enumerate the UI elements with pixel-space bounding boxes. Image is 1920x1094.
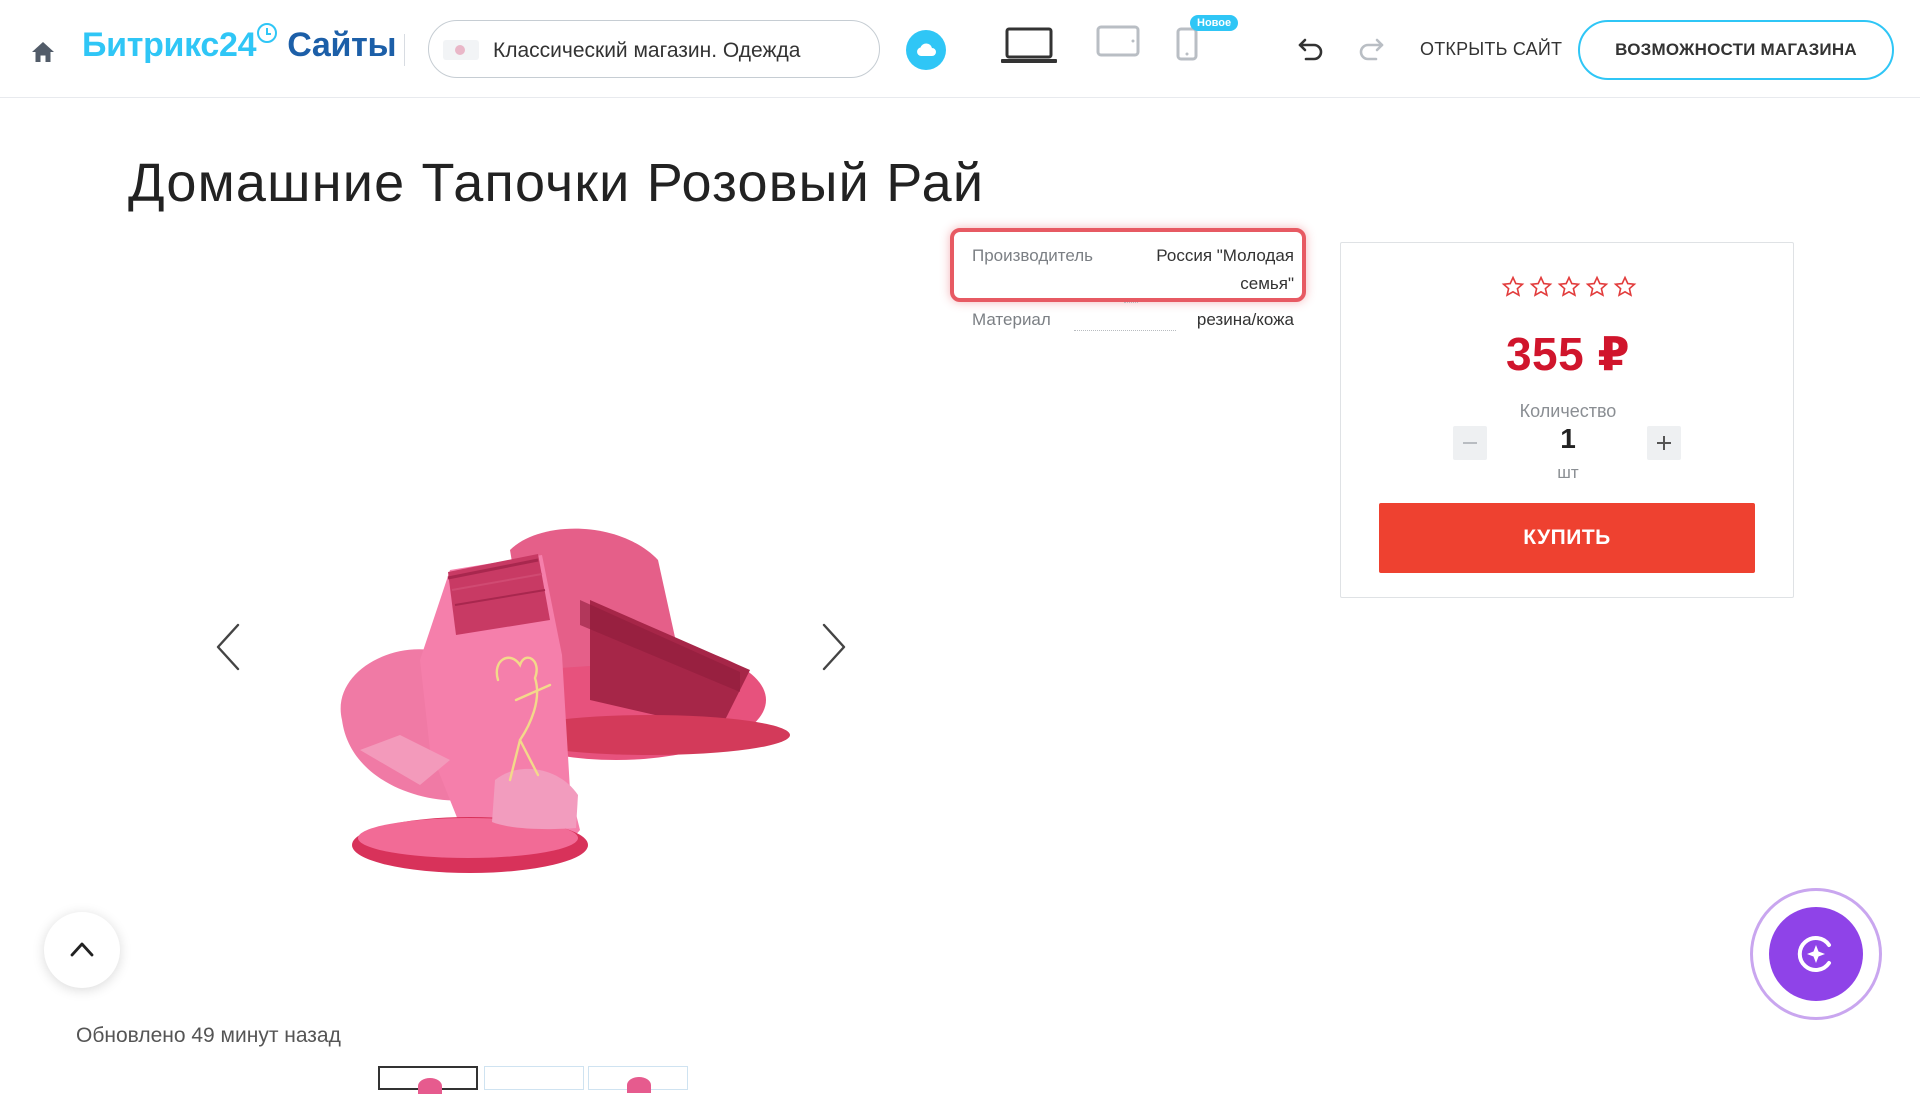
brand-suffix: Сайты xyxy=(287,26,397,64)
property-value-line2: семья" xyxy=(1240,274,1294,293)
mobile-icon xyxy=(1176,27,1198,61)
quantity-decrease-button[interactable] xyxy=(1453,426,1487,460)
site-selector[interactable]: Классический магазин. Одежда xyxy=(428,20,880,78)
quantity-unit: шт xyxy=(1557,463,1579,482)
star-icon[interactable] xyxy=(1529,275,1553,299)
chevron-up-icon xyxy=(70,942,94,957)
undo-icon xyxy=(1298,38,1323,61)
redo-button[interactable] xyxy=(1356,34,1386,69)
cloud-save-button[interactable] xyxy=(906,30,946,70)
ai-assistant-icon xyxy=(1797,936,1831,972)
property-row: Материал резина/кожа xyxy=(972,310,1294,336)
brand-name: Битрикс24 xyxy=(82,26,257,64)
thumbnail[interactable] xyxy=(484,1066,584,1090)
gallery-next-button[interactable] xyxy=(818,622,848,677)
product-price: 355 ₽ xyxy=(1505,328,1631,380)
thumbnail-image xyxy=(627,1077,651,1093)
property-dots xyxy=(1124,302,1138,303)
divider xyxy=(404,34,405,66)
thumbnail[interactable] xyxy=(378,1066,478,1094)
ai-assistant-button[interactable] xyxy=(1750,888,1882,1020)
chevron-left-icon xyxy=(216,623,240,671)
thumbnail[interactable] xyxy=(588,1066,688,1093)
site-thumbnail xyxy=(443,40,479,60)
property-row: Производитель Россия "Молодая семья" xyxy=(972,246,1294,303)
property-dots xyxy=(1074,330,1176,331)
desktop-icon xyxy=(1001,27,1057,63)
top-bar: Битрикс24 Сайты Классический магазин. Оде… xyxy=(0,0,1920,98)
undo-button[interactable] xyxy=(1296,34,1326,69)
property-value-line1: Россия "Молодая xyxy=(1156,246,1294,265)
property-value: резина/кожа xyxy=(1196,310,1294,329)
star-icon[interactable] xyxy=(1501,275,1525,299)
redo-icon xyxy=(1359,38,1384,61)
scroll-top-button[interactable] xyxy=(44,912,120,988)
property-value: Россия "Молодая семья" xyxy=(1156,242,1294,298)
product-gallery xyxy=(200,360,880,920)
desktop-view-button[interactable] xyxy=(1000,26,1058,71)
star-icon[interactable] xyxy=(1557,275,1581,299)
ai-assistant-circle xyxy=(1769,907,1863,1001)
star-icon[interactable] xyxy=(1613,275,1637,299)
buy-card: 355 ₽ Количество 1 шт КУПИТЬ xyxy=(1340,242,1794,598)
quantity-input[interactable]: 1 xyxy=(1518,423,1618,459)
star-icon[interactable] xyxy=(1585,275,1609,299)
tablet-view-button[interactable] xyxy=(1096,24,1140,65)
thumbnail-image xyxy=(418,1078,442,1094)
cloud-icon xyxy=(917,43,936,56)
new-badge: Новое xyxy=(1190,15,1239,31)
tablet-icon xyxy=(1096,25,1140,57)
open-site-link[interactable]: ОТКРЫТЬ САЙТ xyxy=(1420,39,1562,60)
buy-button[interactable]: КУПИТЬ xyxy=(1379,503,1755,573)
site-name: Классический магазин. Одежда xyxy=(493,39,801,62)
clock-icon xyxy=(257,23,278,44)
last-updated: Обновлено 49 минут назад xyxy=(76,1024,341,1047)
shop-features-button[interactable]: ВОЗМОЖНОСТИ МАГАЗИНА xyxy=(1578,20,1894,80)
brand-logo[interactable]: Битрикс24 Сайты xyxy=(82,23,397,65)
rating-stars xyxy=(1501,275,1637,299)
chevron-right-icon xyxy=(822,623,846,671)
home-icon[interactable] xyxy=(30,40,56,64)
property-name: Материал xyxy=(972,310,1051,329)
quantity-label: Количество xyxy=(1519,401,1617,421)
product-image xyxy=(340,528,790,873)
gallery-prev-button[interactable] xyxy=(214,622,244,677)
quantity-increase-button[interactable] xyxy=(1647,426,1681,460)
product-title: Домашние Тапочки Розовый Рай xyxy=(128,153,985,213)
property-name: Производитель xyxy=(972,246,1094,265)
mobile-view-button[interactable] xyxy=(1174,26,1200,67)
